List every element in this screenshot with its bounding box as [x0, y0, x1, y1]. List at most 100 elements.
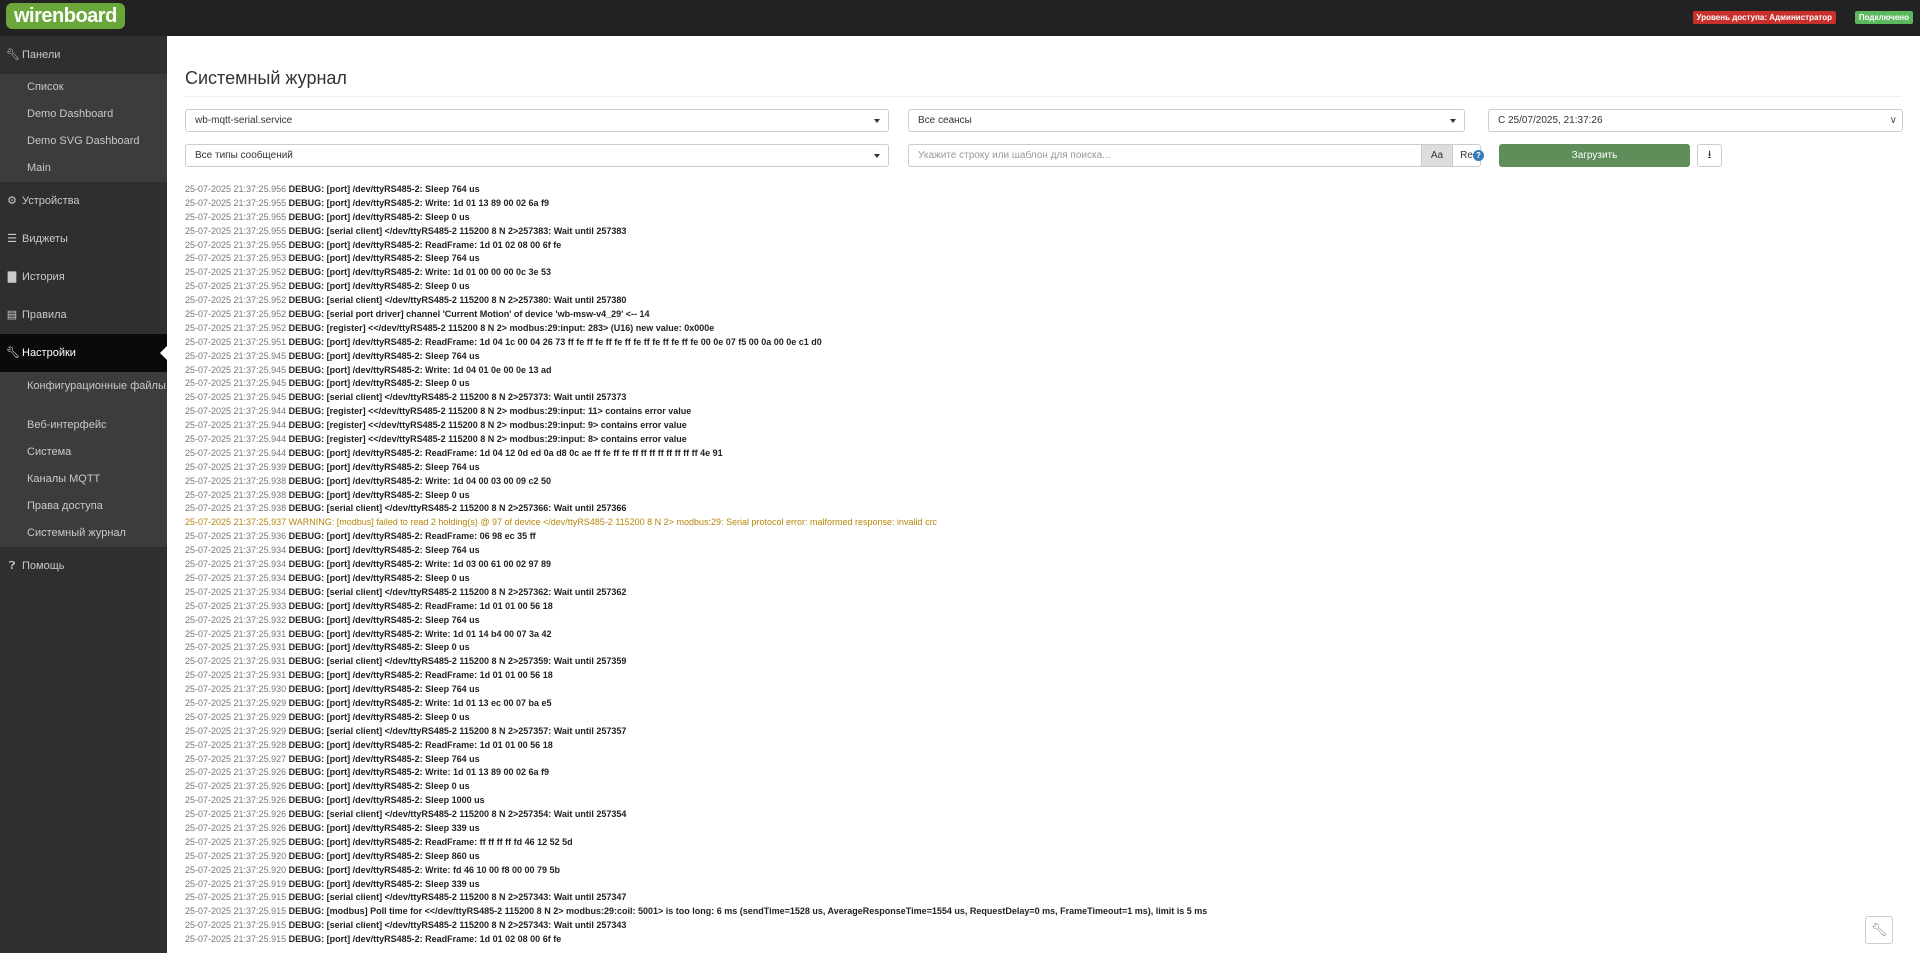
- access-level-badge: Уровень доступа: Администратор: [1692, 11, 1836, 24]
- log-timestamp: 25-07-2025 21:37:25.919: [185, 878, 287, 889]
- log-timestamp: 25-07-2025 21:37:25.945: [185, 364, 287, 375]
- log-message: DEBUG: [port] /dev/ttyRS485-2: ReadFrame…: [288, 239, 562, 250]
- log-entry: 25-07-2025 21:37:25.952 DEBUG: [port] /d…: [185, 266, 1920, 280]
- sidebar-subitem-list[interactable]: Список: [0, 74, 167, 101]
- service-select[interactable]: wb-mqtt-serial.service: [185, 109, 889, 132]
- log-entry: 25-07-2025 21:37:25.926 DEBUG: [port] /d…: [185, 822, 1920, 836]
- sidebar-subitem-access-rights[interactable]: Права доступа: [0, 493, 167, 520]
- log-entry: 25-07-2025 21:37:25.953 DEBUG: [port] /d…: [185, 252, 1920, 266]
- sidebar-subitem-demo-dashboard[interactable]: Demo Dashboard: [0, 101, 167, 128]
- log-message: DEBUG: [port] /dev/ttyRS485-2: Write: 1d…: [288, 197, 550, 208]
- sidebar-item-label: Панели: [22, 49, 61, 61]
- log-timestamp: 25-07-2025 21:37:25.926: [185, 809, 287, 820]
- log-timestamp: 25-07-2025 21:37:25.915: [185, 934, 287, 945]
- log-message: DEBUG: [port] /dev/ttyRS485-2: Write: 1d…: [288, 767, 550, 778]
- sidebar-item-label: Виджеты: [22, 233, 68, 245]
- log-entry: 25-07-2025 21:37:25.915 DEBUG: [modbus] …: [185, 905, 1920, 919]
- log-message: DEBUG: [serial client] </dev/ttyRS485-2 …: [288, 392, 627, 403]
- log-message: DEBUG: [serial port driver] channel 'Cur…: [288, 309, 650, 320]
- message-type-value: Все типы сообщений: [195, 150, 293, 161]
- log-timestamp: 25-07-2025 21:37:25.945: [185, 350, 287, 361]
- log-message: DEBUG: [serial client] </dev/ttyRS485-2 …: [288, 295, 627, 306]
- wirenboard-logo[interactable]: wirenboard: [6, 3, 125, 29]
- log-entry: 25-07-2025 21:37:25.927 DEBUG: [port] /d…: [185, 753, 1920, 767]
- log-entry: 25-07-2025 21:37:25.929 DEBUG: [port] /d…: [185, 697, 1920, 711]
- sidebar-item-devices[interactable]: ⚙︎ Устройства: [0, 182, 167, 220]
- log-message: DEBUG: [register] <</dev/ttyRS485-2 1152…: [288, 322, 715, 333]
- log-entry: 25-07-2025 21:37:25.952 DEBUG: [serial c…: [185, 294, 1920, 308]
- log-message: DEBUG: [port] /dev/ttyRS485-2: ReadFrame…: [288, 600, 553, 611]
- log-timestamp: 25-07-2025 21:37:25.931: [185, 628, 287, 639]
- log-message: DEBUG: [port] /dev/ttyRS485-2: Sleep 764…: [288, 350, 480, 361]
- log-timestamp: 25-07-2025 21:37:25.944: [185, 420, 287, 431]
- log-entry: 25-07-2025 21:37:25.952 DEBUG: [serial p…: [185, 308, 1920, 322]
- log-message: DEBUG: [serial client] </dev/ttyRS485-2 …: [288, 920, 627, 931]
- sidebar-item-panels[interactable]: 🔧︎ Панели: [0, 36, 167, 74]
- log-timestamp: 25-07-2025 21:37:25.938: [185, 475, 287, 486]
- log-timestamp: 25-07-2025 21:37:25.952: [185, 309, 287, 320]
- sidebar-item-label: Правила: [22, 309, 67, 321]
- log-message: DEBUG: [port] /dev/ttyRS485-2: Sleep 764…: [288, 545, 480, 556]
- log-timestamp: 25-07-2025 21:37:25.934: [185, 586, 287, 597]
- log-entry: 25-07-2025 21:37:25.945 DEBUG: [port] /d…: [185, 350, 1920, 364]
- log-timestamp: 25-07-2025 21:37:25.925: [185, 836, 287, 847]
- log-entry: 25-07-2025 21:37:25.934 DEBUG: [port] /d…: [185, 544, 1920, 558]
- log-message: DEBUG: [serial client] </dev/ttyRS485-2 …: [288, 892, 627, 903]
- log-timestamp: 25-07-2025 21:37:25.934: [185, 545, 287, 556]
- download-button[interactable]: ⭳: [1697, 144, 1722, 167]
- log-timestamp: 25-07-2025 21:37:25.952: [185, 322, 287, 333]
- sidebar-item-rules[interactable]: ▤ Правила: [0, 296, 167, 334]
- sidebar-subitem-demo-svg-dashboard[interactable]: Demo SVG Dashboard: [0, 128, 167, 155]
- log-message: DEBUG: [port] /dev/ttyRS485-2: Sleep 100…: [288, 795, 485, 806]
- log-message: DEBUG: [port] /dev/ttyRS485-2: ReadFrame…: [288, 934, 562, 945]
- sidebar-item-settings[interactable]: 🔧︎ Настройки: [0, 334, 167, 372]
- log-timestamp: 25-07-2025 21:37:25.929: [185, 697, 287, 708]
- sidebar-item-help[interactable]: ❓︎ Помощь: [0, 547, 167, 585]
- sidebar-subitem-system-log[interactable]: Системный журнал: [0, 520, 167, 547]
- log-message: DEBUG: [port] /dev/ttyRS485-2: Sleep 339…: [288, 822, 480, 833]
- log-message: DEBUG: [register] <</dev/ttyRS485-2 1152…: [288, 420, 687, 431]
- log-entry: 25-07-2025 21:37:25.955 DEBUG: [port] /d…: [185, 239, 1920, 253]
- log-message: DEBUG: [port] /dev/ttyRS485-2: Write: 1d…: [288, 559, 552, 570]
- sidebar-subitem-system[interactable]: Система: [0, 439, 167, 466]
- list-icon: ☰: [7, 233, 17, 245]
- log-message: DEBUG: [port] /dev/ttyRS485-2: Sleep 0 u…: [288, 642, 470, 653]
- log-message: DEBUG: [port] /dev/ttyRS485-2: ReadFrame…: [288, 447, 723, 458]
- log-timestamp: 25-07-2025 21:37:25.920: [185, 850, 287, 861]
- help-icon[interactable]: ?: [1473, 150, 1484, 161]
- case-sensitive-toggle[interactable]: Aa: [1421, 144, 1453, 167]
- log-timestamp: 25-07-2025 21:37:25.926: [185, 781, 287, 792]
- log-message: DEBUG: [serial client] </dev/ttyRS485-2 …: [288, 809, 627, 820]
- sidebar-item-widgets[interactable]: ☰ Виджеты: [0, 220, 167, 258]
- log-entry: 25-07-2025 21:37:25.938 DEBUG: [port] /d…: [185, 489, 1920, 503]
- log-entry: 25-07-2025 21:37:25.945 DEBUG: [serial c…: [185, 391, 1920, 405]
- log-message: DEBUG: [serial client] </dev/ttyRS485-2 …: [288, 225, 627, 236]
- log-message: DEBUG: [port] /dev/ttyRS485-2: Sleep 0 u…: [288, 281, 470, 292]
- wrench-button[interactable]: 🔧︎: [1865, 916, 1893, 944]
- log-entry: 25-07-2025 21:37:25.926 DEBUG: [port] /d…: [185, 780, 1920, 794]
- log-entry: 25-07-2025 21:37:25.945 DEBUG: [port] /d…: [185, 377, 1920, 391]
- log-entry: 25-07-2025 21:37:25.931 DEBUG: [port] /d…: [185, 628, 1920, 642]
- search-input[interactable]: [908, 144, 1421, 167]
- message-type-select[interactable]: Все типы сообщений: [185, 144, 889, 167]
- log-message: DEBUG: [port] /dev/ttyRS485-2: ReadFrame…: [288, 531, 536, 542]
- log-timestamp: 25-07-2025 21:37:25.926: [185, 767, 287, 778]
- sidebar-subitem-config-files[interactable]: Конфигурационные файлы: [0, 372, 167, 412]
- sessions-select[interactable]: Все сеансы: [908, 109, 1465, 132]
- log-message: DEBUG: [port] /dev/ttyRS485-2: Sleep 764…: [288, 753, 480, 764]
- log-entry: 25-07-2025 21:37:25.926 DEBUG: [port] /d…: [185, 794, 1920, 808]
- since-date-value: С 25/07/2025, 21:37:26: [1498, 115, 1603, 126]
- sidebar-subitem-mqtt-channels[interactable]: Каналы MQTT: [0, 466, 167, 493]
- sidebar-item-label: Помощь: [22, 560, 65, 572]
- log-timestamp: 25-07-2025 21:37:25.929: [185, 725, 287, 736]
- log-timestamp: 25-07-2025 21:37:25.915: [185, 906, 287, 917]
- since-date-picker[interactable]: С 25/07/2025, 21:37:26 ∨: [1488, 109, 1903, 132]
- log-message: WARNING: [modbus] failed to read 2 holdi…: [288, 517, 938, 528]
- log-entry: 25-07-2025 21:37:25.952 DEBUG: [register…: [185, 322, 1920, 336]
- log-entry: 25-07-2025 21:37:25.952 DEBUG: [port] /d…: [185, 280, 1920, 294]
- sidebar-subitem-web-ui[interactable]: Веб-интерфейс: [0, 412, 167, 439]
- load-button[interactable]: Загрузить: [1499, 144, 1690, 167]
- sidebar-item-history[interactable]: ▇ История: [0, 258, 167, 296]
- log-message: DEBUG: [serial client] </dev/ttyRS485-2 …: [288, 656, 627, 667]
- sidebar-subitem-main[interactable]: Main: [0, 155, 167, 182]
